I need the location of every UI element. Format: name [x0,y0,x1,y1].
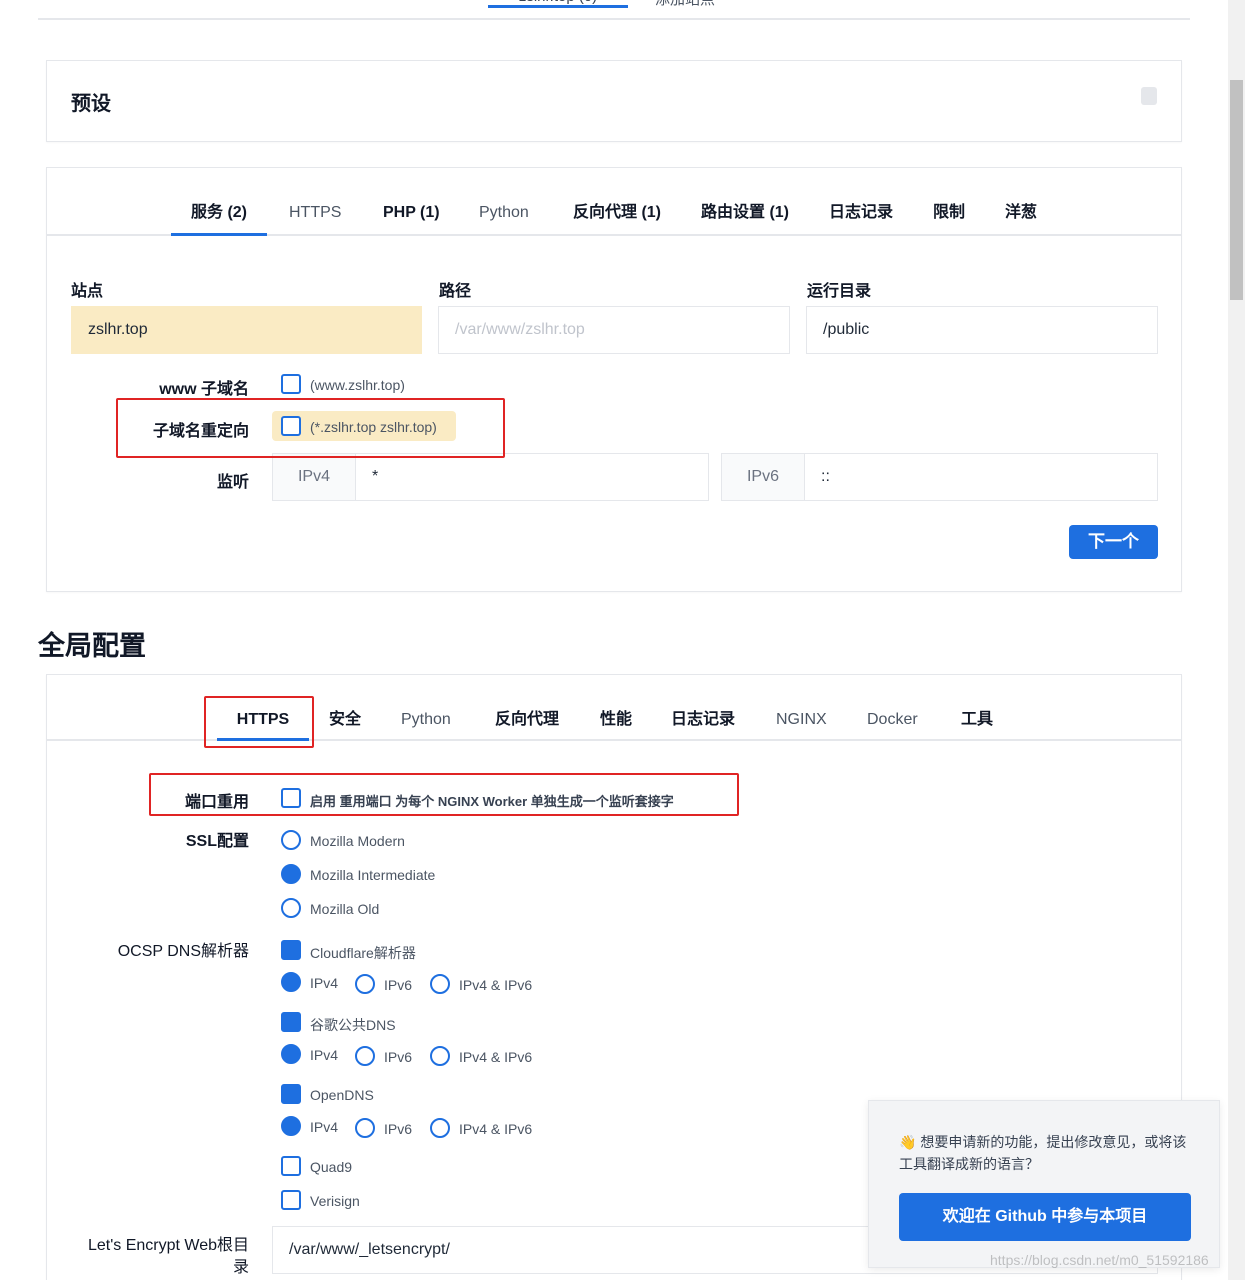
quad9-checkbox[interactable] [281,1156,301,1176]
annotation-box-redirect [116,398,505,458]
google-ipv4-radio[interactable] [281,1044,301,1064]
path-input[interactable]: /var/www/zslhr.top [438,306,790,354]
ssl-old-radio[interactable] [281,898,301,918]
tab-global-reverse-proxy[interactable]: 反向代理 [475,675,579,741]
opendns-option: OpenDNS [310,1087,374,1103]
www-subdomain-option: (www.zslhr.top) [310,377,405,393]
rundir-label: 运行目录 [807,283,872,300]
opendns-checkbox[interactable] [281,1084,301,1104]
opendns-ipv4-label: IPv4 [310,1119,339,1135]
verisign-option: Verisign [310,1193,360,1209]
tab-service[interactable]: 服务 (2) [171,168,268,236]
ipv6-addon: IPv6 [721,453,805,501]
preset-collapse-toggle[interactable] [1141,87,1157,105]
ocsp-label: OCSP DNS解析器 [117,943,249,960]
cloudflare-ipv4-radio[interactable] [281,972,301,992]
google-ipv4-label: IPv4 [310,1047,339,1063]
tab-global-python[interactable]: Python [381,675,471,741]
cloudflare-ipv4-label: IPv4 [310,975,339,991]
tab-onion[interactable]: 洋葱 [985,168,1057,236]
tab-global-logging[interactable]: 日志记录 [651,675,755,741]
preset-card[interactable]: 预设 [46,60,1182,142]
tab-limits[interactable]: 限制 [913,168,985,236]
google-both-radio[interactable] [430,1046,450,1066]
feedback-message: 想要申请新的功能，提出修改意见，或将该工具翻译成新的语言？ [899,1134,1187,1172]
tab-logging[interactable]: 日志记录 [809,168,913,236]
cloudflare-checkbox[interactable] [281,940,301,960]
opendns-both-radio[interactable] [430,1118,450,1138]
ssl-old-option: Mozilla Old [310,901,380,917]
letsencrypt-label-cont: 录 [232,1259,249,1276]
quad9-option: Quad9 [310,1159,353,1175]
google-ipv6-radio[interactable] [355,1046,375,1066]
path-label: 路径 [439,283,472,300]
ssl-intermediate-option: Mozilla Intermediate [310,867,436,883]
google-both-label: IPv4 & IPv6 [459,1049,533,1065]
tab-global-nginx[interactable]: NGINX [756,675,847,741]
opendns-both-label: IPv4 & IPv6 [459,1121,533,1137]
tab-global-tools[interactable]: 工具 [941,675,1013,741]
www-subdomain-label: www 子域名 [159,381,249,398]
ssl-intermediate-radio[interactable] [281,864,301,884]
tab-python[interactable]: Python [459,168,549,236]
tab-global-performance[interactable]: 性能 [580,675,652,741]
preset-title: 预设 [71,93,111,115]
tab-add-site[interactable]: 添加站点 [655,0,715,9]
cloudflare-ipv6-label: IPv6 [384,977,413,993]
ipv4-addon: IPv4 [272,453,356,501]
site-label: 站点 [71,283,104,300]
tab-global-docker[interactable]: Docker [847,675,938,741]
tab-https[interactable]: HTTPS [269,168,361,236]
listen-label: 监听 [216,474,249,491]
cloudflare-both-label: IPv4 & IPv6 [459,977,533,993]
google-ipv6-label: IPv6 [384,1049,413,1065]
opendns-ipv6-radio[interactable] [355,1118,375,1138]
ssl-modern-radio[interactable] [281,830,301,850]
cloudflare-option: Cloudflare解析器 [310,945,416,961]
annotation-box-https-tab [204,696,314,748]
cloudflare-both-radio[interactable] [430,974,450,994]
tab-php[interactable]: PHP (1) [363,168,460,236]
feedback-popup: 👋 想要申请新的功能，提出修改意见，或将该工具翻译成新的语言？ 欢迎在 Gith… [868,1100,1220,1268]
feedback-text: 👋 想要申请新的功能，提出修改意见，或将该工具翻译成新的语言？ [899,1131,1199,1175]
verisign-checkbox[interactable] [281,1190,301,1210]
wave-icon: 👋 [899,1134,917,1150]
cloudflare-ipv6-radio[interactable] [355,974,375,994]
global-config-title: 全局配置 [38,631,146,661]
www-subdomain-checkbox[interactable] [281,374,301,394]
site-tabs: 服务 (2) HTTPS PHP (1) Python 反向代理 (1) 路由设… [47,168,1181,236]
ipv4-listen-input[interactable]: * [355,453,709,501]
ssl-label: SSL配置 [185,833,249,850]
site-config-card: 服务 (2) HTTPS PHP (1) Python 反向代理 (1) 路由设… [46,167,1182,592]
scrollbar-thumb[interactable] [1230,80,1243,300]
github-contribute-button[interactable]: 欢迎在 Github 中参与本项目 [899,1193,1191,1241]
opendns-ipv4-radio[interactable] [281,1116,301,1136]
top-tab-bar: zslhr.top (0) 添加站点 [38,0,1190,20]
ssl-modern-option: Mozilla Modern [310,833,405,849]
page-scrollbar[interactable] [1228,0,1245,1280]
watermark: https://blog.csdn.net/m0_51592186 [990,1252,1209,1268]
tab-routing[interactable]: 路由设置 (1) [681,168,809,236]
ipv6-listen-input[interactable]: :: [804,453,1158,501]
tab-reverse-proxy[interactable]: 反向代理 (1) [553,168,681,236]
site-input[interactable]: zslhr.top [71,306,422,354]
annotation-box-reuseport [149,773,739,816]
opendns-ipv6-label: IPv6 [384,1121,413,1137]
tab-global-security[interactable]: 安全 [309,675,381,741]
tab-zslhr[interactable]: zslhr.top (0) [488,0,628,8]
rundir-input[interactable]: /public [806,306,1158,354]
google-dns-checkbox[interactable] [281,1012,301,1032]
letsencrypt-label: Let's Encrypt Web根目 [87,1237,249,1254]
next-button[interactable]: 下一个 [1069,525,1158,559]
google-dns-option: 谷歌公共DNS [310,1017,396,1033]
